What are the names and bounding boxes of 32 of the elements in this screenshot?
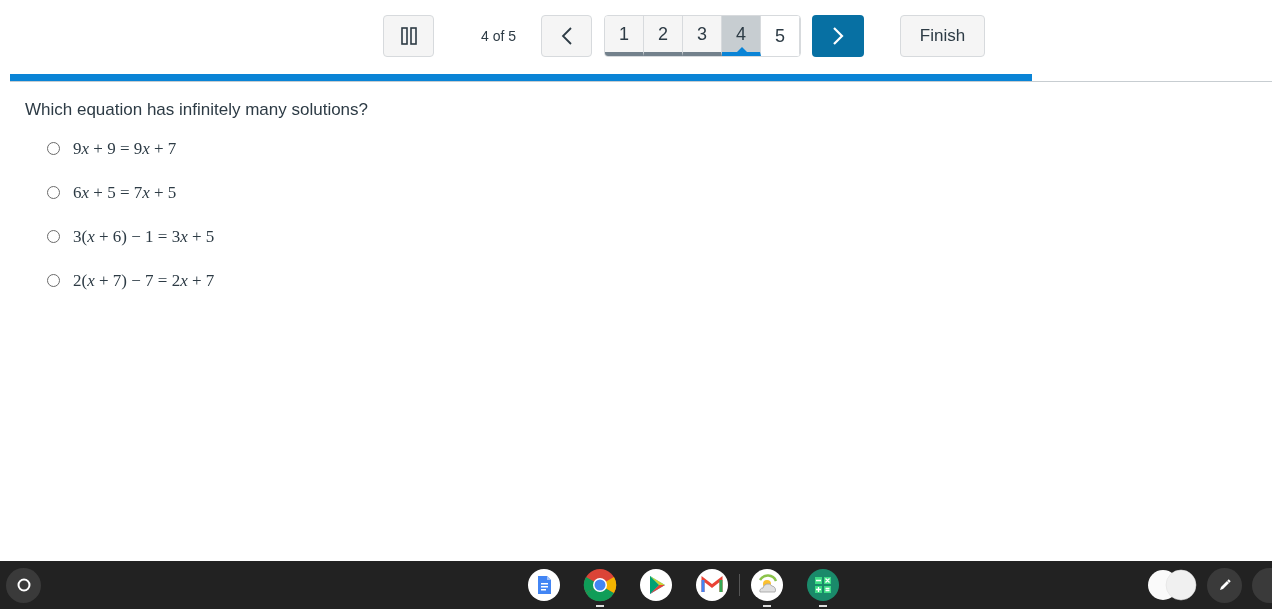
play-store-icon[interactable] [639, 568, 673, 602]
weather-icon[interactable] [750, 568, 784, 602]
radio-button[interactable] [47, 274, 60, 287]
launcher-button[interactable] [6, 567, 41, 603]
next-button[interactable] [812, 15, 864, 57]
calculator-icon[interactable] [806, 568, 840, 602]
circle-icon [16, 578, 31, 592]
question-text: Which equation has infinitely many solutions? [25, 99, 370, 121]
radio-button[interactable] [47, 230, 60, 243]
page-button[interactable]: 4 [722, 16, 761, 56]
chevron-right-icon [832, 26, 844, 46]
question-position: 4 of 5 [481, 26, 518, 46]
equation-text: 2(x + 7) − 7 = 2x + 7 [73, 269, 215, 292]
pause-icon [400, 27, 417, 45]
browser-icon[interactable] [583, 568, 617, 602]
stylus-button[interactable] [1207, 567, 1242, 603]
equation-text: 3(x + 6) − 1 = 3x + 5 [73, 225, 215, 248]
document-icon[interactable] [527, 568, 561, 602]
radio-button[interactable] [47, 186, 60, 199]
equation-text: 6x + 5 = 7x + 5 [73, 181, 177, 204]
pen-icon [1217, 578, 1232, 592]
page-button[interactable]: 2 [644, 16, 683, 56]
pause-button[interactable] [383, 15, 434, 57]
mail-icon[interactable] [695, 568, 729, 602]
page-button[interactable]: 3 [683, 16, 722, 56]
previous-button[interactable] [541, 15, 592, 57]
radio-button[interactable] [47, 142, 60, 155]
chevron-left-icon [560, 26, 573, 46]
finish-button[interactable]: Finish [900, 15, 985, 57]
equation-text: 9x + 9 = 9x + 7 [73, 137, 177, 160]
status-avatars-icon [1147, 569, 1197, 601]
page-button[interactable]: 1 [605, 16, 644, 56]
